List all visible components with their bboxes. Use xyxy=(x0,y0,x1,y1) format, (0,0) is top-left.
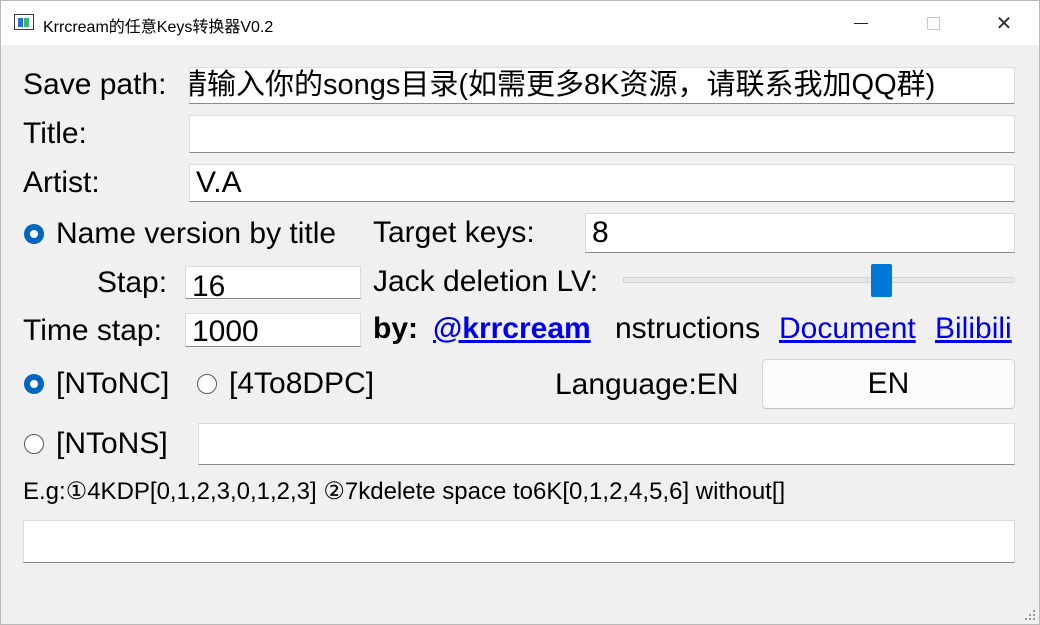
window-title: Krrcream的任意Keys转换器V0.2 xyxy=(43,19,274,36)
document-link[interactable]: Document xyxy=(779,314,916,344)
jack-deletion-slider[interactable] xyxy=(623,277,1015,283)
save-path-value: 请输入你的songs目录(如需更多8K资源，请联系我加QQ群) xyxy=(189,69,936,101)
name-version-radio[interactable] xyxy=(24,224,44,244)
target-keys-value: 8 xyxy=(592,216,609,249)
example-text: E.g:①4KDP[0,1,2,3,0,1,2,3] ②7kdelete spa… xyxy=(23,478,786,505)
name-version-label[interactable]: Name version by title xyxy=(56,219,336,249)
time-stap-input[interactable]: 1000 xyxy=(185,313,361,347)
title-input[interactable] xyxy=(189,115,1015,153)
ntons-label[interactable]: [NToNS] xyxy=(56,429,168,459)
artist-input[interactable]: V.A xyxy=(189,164,1015,202)
4to8dpc-radio[interactable] xyxy=(197,374,217,394)
target-keys-input[interactable]: 8 xyxy=(585,213,1015,253)
language-button-label: EN xyxy=(867,367,910,400)
target-keys-label: Target keys: xyxy=(373,216,535,249)
stap-input[interactable]: 16 xyxy=(185,266,361,299)
title-bar[interactable]: Krrcream的任意Keys转换器V0.2 ✕ xyxy=(1,1,1039,45)
time-stap-label: Time stap: xyxy=(23,314,162,347)
ntonc-label[interactable]: [NToNC] xyxy=(56,369,169,399)
artist-label: Artist: xyxy=(23,166,100,199)
app-icon xyxy=(14,14,34,30)
minimize-icon xyxy=(854,22,868,24)
ntons-radio[interactable] xyxy=(24,434,44,454)
resize-grip-icon[interactable] xyxy=(1025,610,1035,620)
maximize-button[interactable] xyxy=(898,1,968,45)
instructions-text: nstructions xyxy=(615,312,761,345)
bilibili-link[interactable]: Bilibili xyxy=(935,314,1012,344)
language-button[interactable]: EN xyxy=(762,359,1015,409)
stap-label: Stap: xyxy=(97,266,168,299)
time-stap-value: 1000 xyxy=(192,315,259,347)
save-path-label: Save path: xyxy=(23,68,167,101)
by-label: by: xyxy=(373,312,418,345)
app-window: Krrcream的任意Keys转换器V0.2 ✕ Save path: 请输入你… xyxy=(0,0,1040,625)
minimize-button[interactable] xyxy=(826,1,896,45)
ntonc-radio[interactable] xyxy=(24,374,44,394)
ntons-input[interactable] xyxy=(198,423,1015,465)
title-label: Title: xyxy=(23,117,87,150)
jack-deletion-slider-handle[interactable] xyxy=(871,264,892,297)
artist-value: V.A xyxy=(196,166,242,199)
close-button[interactable]: ✕ xyxy=(969,1,1039,45)
maximize-icon xyxy=(926,16,940,30)
4to8dpc-label[interactable]: [4To8DPC] xyxy=(229,369,374,399)
output-input[interactable] xyxy=(23,520,1015,563)
save-path-input[interactable]: 请输入你的songs目录(如需更多8K资源，请联系我加QQ群) xyxy=(189,67,1015,104)
stap-value: 16 xyxy=(192,269,226,299)
language-label: Language:EN xyxy=(555,368,739,401)
close-icon: ✕ xyxy=(995,12,1013,35)
author-link[interactable]: @krrcream xyxy=(433,314,591,344)
jack-deletion-label: Jack deletion LV: xyxy=(373,265,599,298)
